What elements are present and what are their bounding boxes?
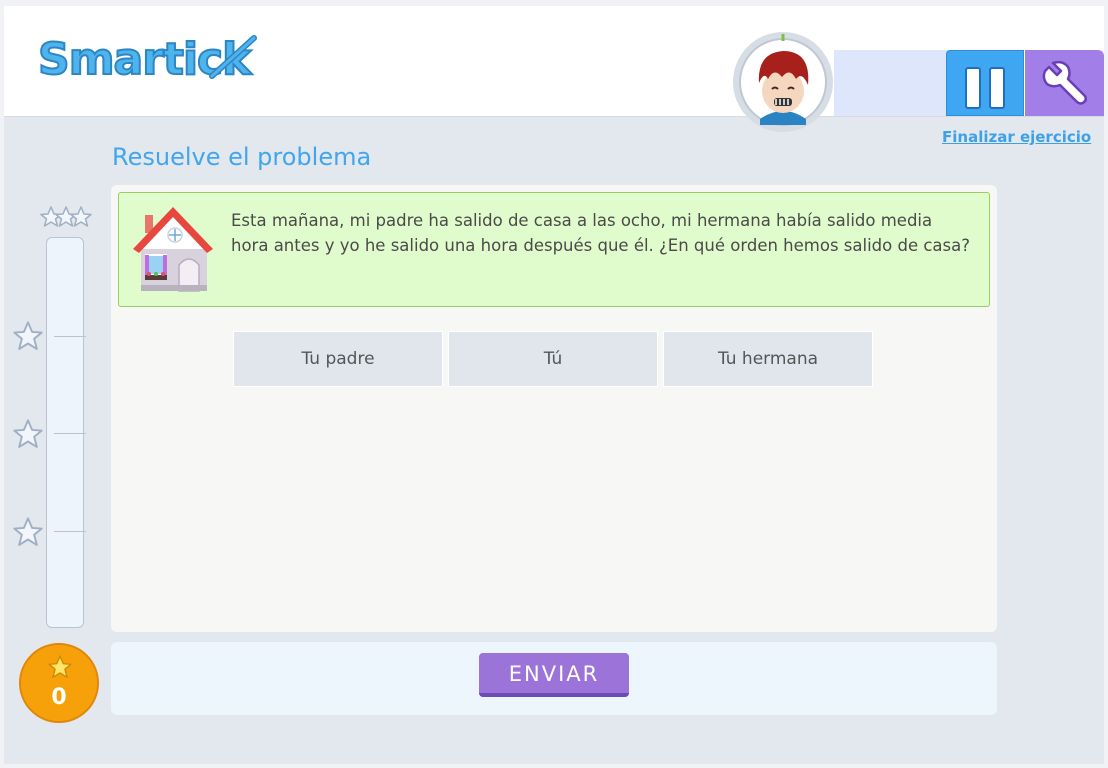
avatar-icon bbox=[733, 32, 833, 132]
order-card-padre[interactable]: Tu padre bbox=[233, 331, 443, 387]
level-tick bbox=[54, 531, 86, 532]
level-tick bbox=[54, 433, 86, 434]
three-star-level-icon bbox=[40, 206, 92, 227]
star-icon bbox=[48, 655, 72, 679]
wrench-icon bbox=[1042, 61, 1088, 105]
finish-exercise-link[interactable]: Finalizar ejercicio bbox=[942, 128, 1091, 146]
problem-statement: Esta mañana, mi padre ha salido de casa … bbox=[118, 192, 990, 307]
header: Smartick bbox=[4, 6, 1104, 132]
app-frame: Smartick Finalizar ejercicio Resuelve el… bbox=[4, 6, 1104, 764]
level-star-icon bbox=[13, 517, 43, 546]
exercise-panel: Esta mañana, mi padre ha salido de casa … bbox=[111, 185, 997, 632]
page-title: Resuelve el problema bbox=[112, 143, 372, 171]
star-counter: 0 bbox=[19, 643, 99, 723]
level-star-icon bbox=[13, 321, 43, 350]
send-button[interactable]: ENVIAR bbox=[479, 653, 629, 697]
pause-icon bbox=[965, 67, 981, 109]
order-card-tu[interactable]: Tú bbox=[448, 331, 658, 387]
pause-icon-bar bbox=[989, 67, 1005, 109]
smartick-logo: Smartick bbox=[36, 30, 266, 90]
problem-text: Esta mañana, mi padre ha salido de casa … bbox=[231, 211, 970, 255]
house-icon bbox=[133, 207, 213, 292]
pause-button[interactable] bbox=[946, 50, 1024, 116]
star-count-value: 0 bbox=[51, 685, 67, 710]
logo-checkmark-icon bbox=[209, 35, 257, 79]
session-progress-bar bbox=[834, 50, 948, 116]
level-star-icon bbox=[13, 419, 43, 448]
level-tick bbox=[54, 336, 86, 337]
settings-button[interactable] bbox=[1025, 50, 1104, 116]
order-card-hermana[interactable]: Tu hermana bbox=[663, 331, 873, 387]
avatar[interactable] bbox=[732, 31, 834, 133]
footer-panel: ENVIAR bbox=[111, 642, 997, 715]
